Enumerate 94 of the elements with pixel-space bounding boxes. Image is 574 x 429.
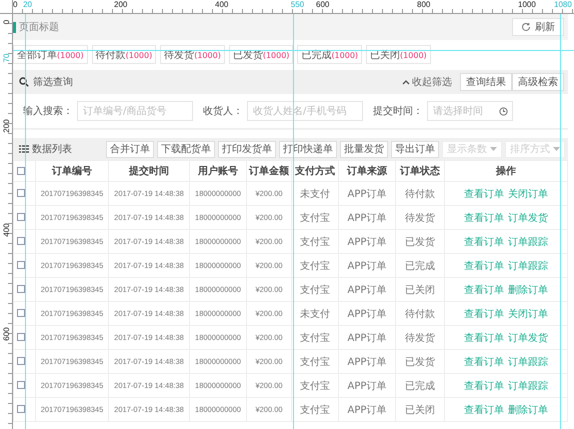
table-cell: APP订单	[338, 206, 396, 230]
table-cell: APP订单	[338, 350, 396, 374]
collapse-link[interactable]: 收起筛选	[402, 75, 452, 89]
action-link[interactable]: 订单发货	[508, 212, 548, 224]
table-cell: APP订单	[338, 182, 396, 206]
ruler-label: 200	[114, 0, 128, 9]
ruler-label: 800	[417, 0, 430, 9]
column-header: 订单编号	[36, 160, 108, 182]
ruler-label: 600	[1, 327, 12, 341]
table-cell: APP订单	[338, 230, 396, 254]
action-link[interactable]: 删除订单	[508, 404, 548, 416]
action-link[interactable]: 查看订单	[464, 356, 504, 368]
ruler-label: 600	[316, 0, 330, 9]
column-header: 订单状态	[396, 160, 444, 182]
toolbar-button[interactable]: 合并订单	[106, 140, 154, 158]
list-title: 数据列表	[32, 142, 72, 156]
toolbar-button[interactable]: 批量发货	[340, 140, 388, 158]
action-link[interactable]: 查看订单	[464, 332, 504, 344]
refresh-icon	[521, 22, 531, 32]
field-label: 提交时间：	[373, 104, 423, 118]
checkbox[interactable]	[17, 357, 25, 366]
action-link[interactable]: 查看订单	[464, 236, 504, 248]
table-cell: 待发货	[396, 206, 444, 230]
list-icon	[19, 145, 29, 153]
refresh-button[interactable]: 刷新	[512, 18, 564, 36]
ruler-label: 20	[23, 0, 32, 9]
action-link[interactable]: 关闭订单	[508, 188, 548, 200]
search-field[interactable]: 订单编号/商品货号	[77, 101, 193, 121]
checkbox[interactable]	[17, 237, 25, 246]
action-link[interactable]: 查看订单	[464, 188, 504, 200]
filter-button[interactable]: 查询结果	[460, 73, 512, 91]
checkbox[interactable]	[17, 166, 25, 175]
caret-down-icon	[553, 147, 560, 151]
column-header: 订单金额	[246, 160, 292, 182]
ruler-label: 70	[1, 52, 12, 65]
toolbar-button[interactable]: 导出订单	[391, 140, 439, 158]
date-field[interactable]: 请选择时间	[427, 101, 513, 121]
ruler-label: 400	[1, 223, 12, 237]
table-cell: 待发货	[396, 326, 444, 350]
action-link[interactable]: 查看订单	[464, 212, 504, 224]
column-header: 提交时间	[108, 160, 190, 182]
caret-up-icon	[402, 79, 410, 85]
clock-icon	[499, 107, 508, 116]
column-header: 用户账号	[190, 160, 246, 182]
checkbox[interactable]	[17, 285, 25, 294]
checkbox[interactable]	[17, 213, 25, 222]
action-link[interactable]: 订单跟踪	[508, 236, 548, 248]
filter-button[interactable]: 高级检索	[512, 73, 564, 91]
table-cell: 待付款	[396, 182, 444, 206]
table-cell: 已完成	[396, 374, 444, 398]
column-header: 操作	[444, 160, 568, 182]
checkbox[interactable]	[17, 261, 25, 270]
action-link[interactable]: 查看订单	[464, 284, 504, 296]
field-label: 收货人：	[203, 105, 243, 118]
table-cell: APP订单	[338, 374, 396, 398]
table-cell: APP订单	[338, 302, 396, 326]
caret-down-icon	[490, 147, 497, 151]
table-cell: APP订单	[338, 398, 396, 422]
ruler-label: 0	[13, 0, 18, 9]
table-cell: APP订单	[338, 254, 396, 278]
filter-title: 筛选查询	[33, 76, 73, 89]
action-link[interactable]: 查看订单	[464, 404, 504, 416]
checkbox[interactable]	[17, 381, 25, 390]
table-cell: 已完成	[396, 254, 444, 278]
ruler-label: 1000	[518, 0, 536, 9]
toolbar-button[interactable]: 打印发货单	[218, 140, 276, 158]
ruler-label: 0	[1, 18, 12, 26]
checkbox[interactable]	[17, 309, 25, 318]
table-cell: 待付款	[396, 302, 444, 326]
ruler-label: 1080	[554, 0, 572, 9]
checkbox[interactable]	[17, 405, 25, 414]
action-link[interactable]: 删除订单	[508, 284, 548, 296]
action-link[interactable]: 订单发货	[508, 332, 548, 344]
accent-bar	[13, 22, 16, 32]
action-link[interactable]: 查看订单	[464, 308, 504, 320]
action-link[interactable]: 查看订单	[464, 260, 504, 272]
table-cell: 已发货	[396, 230, 444, 254]
ruler-label: 550	[290, 0, 304, 9]
table-cell: APP订单	[338, 278, 396, 302]
ruler-label: 400	[215, 0, 228, 9]
action-link[interactable]: 关闭订单	[508, 308, 548, 320]
checkbox[interactable]	[17, 333, 25, 342]
table-cell: APP订单	[338, 326, 396, 350]
action-link[interactable]: 订单跟踪	[508, 260, 548, 272]
table-cell: 已关闭	[396, 278, 444, 302]
column-header: 订单来源	[338, 160, 396, 182]
toolbar-button[interactable]: 下载配货单	[157, 140, 215, 158]
action-link[interactable]: 订单跟踪	[508, 356, 548, 368]
ruler-label: 200	[1, 119, 12, 133]
table-cell: 已关闭	[396, 398, 444, 422]
checkbox[interactable]	[17, 189, 25, 198]
action-link[interactable]: 查看订单	[464, 380, 504, 392]
table-cell: 已发货	[396, 350, 444, 374]
action-link[interactable]: 订单跟踪	[508, 380, 548, 392]
